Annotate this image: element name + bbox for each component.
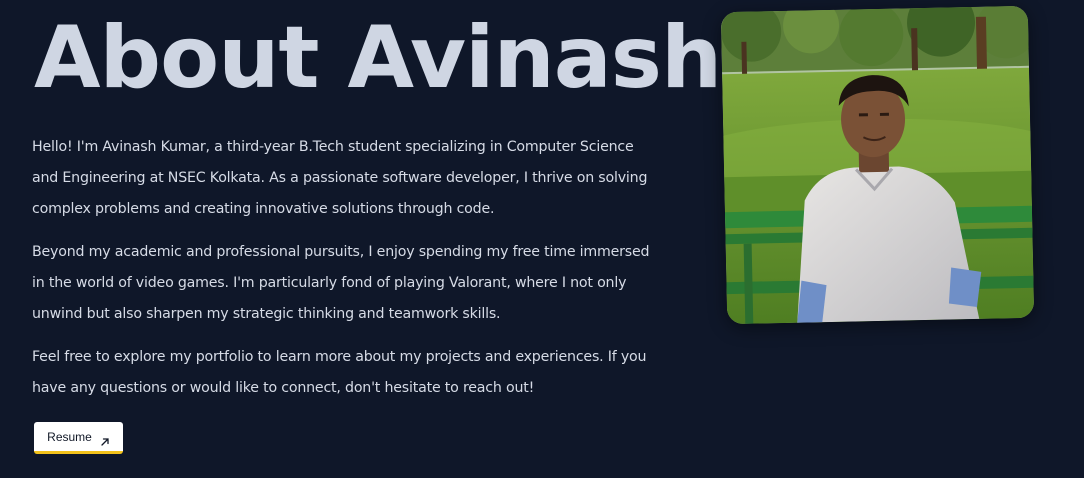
profile-photo <box>720 5 1035 325</box>
hobbies-paragraph: Beyond my academic and professional purs… <box>32 244 650 322</box>
contact-paragraph: Feel free to explore my portfolio to lea… <box>32 349 647 396</box>
intro-paragraph: Hello! I'm Avinash Kumar, a third-year B… <box>32 139 648 217</box>
page-title: About Avinash <box>34 8 722 108</box>
resume-button[interactable]: Resume <box>34 422 123 454</box>
about-section: About Avinash Hello! I'm Avinash Kumar, … <box>0 0 1084 478</box>
resume-button-label: Resume <box>47 429 92 444</box>
arrow-up-right-icon <box>100 432 110 446</box>
